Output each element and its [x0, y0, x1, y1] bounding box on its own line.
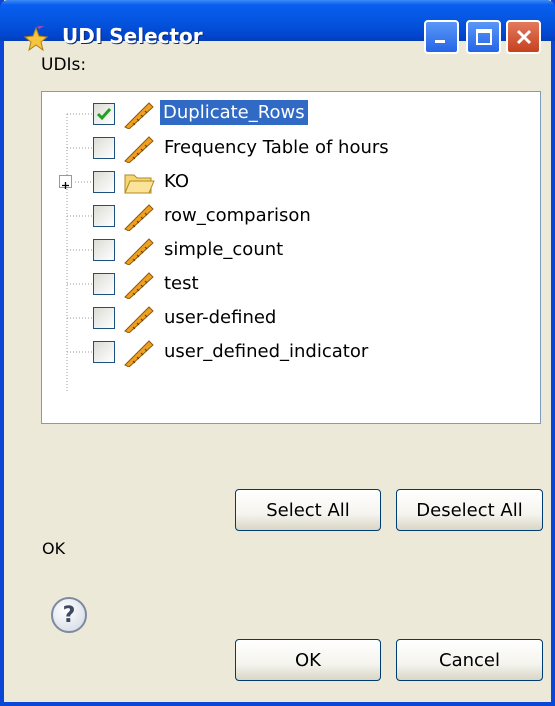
udi-tree[interactable]: Duplicate_Rows Frequency Table of hours …	[41, 91, 541, 424]
tree-item-duplicate-rows[interactable]: Duplicate_Rows	[42, 99, 540, 129]
ruler-pencil-icon	[124, 136, 154, 163]
checkbox[interactable]	[93, 137, 115, 159]
minimize-button[interactable]	[424, 20, 459, 54]
checkbox[interactable]	[93, 273, 115, 295]
tree-item-label: Frequency Table of hours	[164, 137, 389, 158]
udi-selector-dialog: UDI Selector UDIs: Duplicate_Rows Freque…	[0, 0, 555, 706]
checkbox[interactable]	[93, 307, 115, 329]
maximize-icon	[475, 29, 492, 45]
close-button[interactable]	[506, 20, 541, 54]
cancel-button[interactable]: Cancel	[396, 639, 543, 681]
checkbox[interactable]	[93, 239, 115, 261]
checkbox[interactable]	[93, 205, 115, 227]
tree-item-user-defined-indicator[interactable]: user_defined_indicator	[42, 337, 540, 367]
deselect-all-button[interactable]: Deselect All	[396, 489, 543, 531]
ok-button[interactable]: OK	[235, 639, 381, 681]
checkmark-icon	[96, 108, 112, 121]
ruler-pencil-icon	[124, 238, 154, 265]
select-all-button[interactable]: Select All	[235, 489, 381, 531]
ruler-pencil-icon	[124, 102, 154, 129]
tree-item-label: Duplicate_Rows	[160, 100, 308, 125]
maximize-button[interactable]	[466, 20, 501, 54]
plus-icon	[62, 182, 69, 189]
tree-item-label: user_defined_indicator	[164, 341, 369, 362]
tree-item-frequency-table[interactable]: Frequency Table of hours	[42, 133, 540, 163]
tree-item-label: user-defined	[164, 307, 277, 328]
ruler-pencil-icon	[124, 272, 154, 299]
checkbox[interactable]	[93, 103, 115, 125]
ruler-pencil-icon	[124, 204, 154, 231]
ruler-pencil-icon	[124, 306, 154, 333]
checkbox[interactable]	[93, 171, 115, 193]
expand-toggle[interactable]	[59, 175, 72, 189]
tree-item-label: KO	[164, 171, 189, 192]
checkbox[interactable]	[93, 341, 115, 363]
tree-item-label: simple_count	[164, 239, 284, 260]
window-title: UDI Selector	[62, 24, 203, 48]
udis-label: UDIs:	[41, 55, 87, 75]
tree-item-simple-count[interactable]: simple_count	[42, 235, 540, 265]
status-message: OK	[42, 539, 66, 558]
tree-item-row-comparison[interactable]: row_comparison	[42, 201, 540, 231]
title-bar[interactable]: UDI Selector	[0, 0, 555, 54]
tree-item-user-defined[interactable]: user-defined	[42, 303, 540, 333]
close-icon	[516, 29, 531, 45]
help-icon[interactable]: ?	[51, 597, 87, 633]
app-icon	[23, 26, 49, 52]
tree-item-test[interactable]: test	[42, 269, 540, 299]
tree-item-ko[interactable]: KO	[42, 167, 540, 197]
tree-item-label: row_comparison	[164, 205, 311, 226]
minimize-icon	[434, 40, 445, 43]
folder-icon	[124, 174, 155, 194]
tree-item-label: test	[164, 273, 199, 294]
ruler-pencil-icon	[124, 340, 154, 367]
